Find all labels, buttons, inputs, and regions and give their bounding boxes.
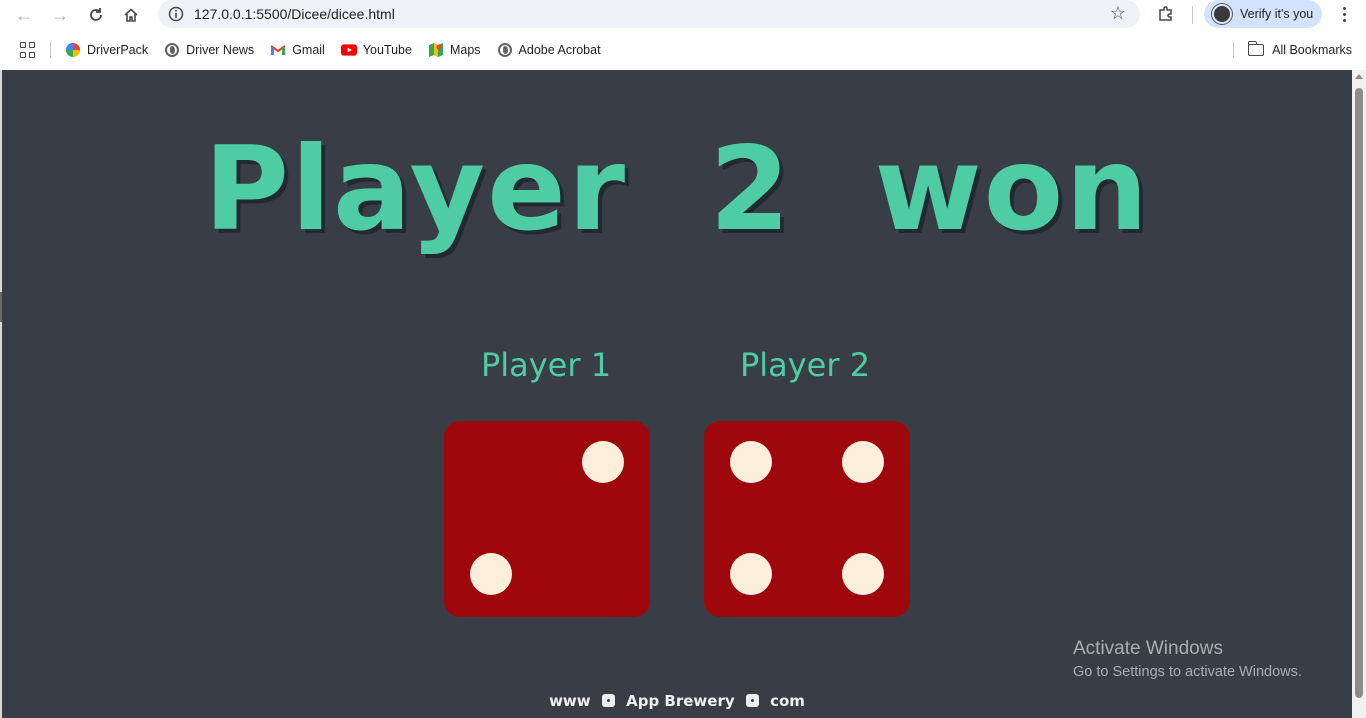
windows-activation-watermark: Activate Windows Go to Settings to activ… [1073, 638, 1302, 680]
extensions-button[interactable] [1152, 2, 1180, 26]
die-pip [470, 553, 512, 595]
bookmark-label: YouTube [362, 43, 412, 57]
scroll-up-icon[interactable] [1355, 74, 1363, 79]
reload-button[interactable] [78, 2, 114, 28]
player-2-label: Player 2 [739, 346, 871, 384]
footer-com: com [770, 692, 805, 710]
watermark-title: Activate Windows [1073, 638, 1223, 659]
menu-dot [1342, 18, 1346, 22]
bookmarks-bar: DriverPack Driver News Gmail YouTube Map… [0, 34, 1366, 66]
bookmarks-divider [1233, 42, 1235, 58]
toolbar-divider [1192, 6, 1193, 24]
home-button[interactable] [113, 2, 149, 28]
scrollbar-thumb[interactable] [1355, 88, 1363, 698]
all-bookmarks-label: All Bookmarks [1272, 43, 1352, 57]
menu-dot [1342, 6, 1346, 10]
back-button[interactable]: ← [6, 2, 42, 28]
puzzle-icon [1159, 6, 1172, 21]
gmail-icon [270, 42, 286, 58]
forward-button[interactable]: → [42, 2, 78, 28]
bookmark-star-icon[interactable]: ☆ [1110, 3, 1126, 24]
maps-icon [428, 42, 444, 58]
back-arrow-icon: ← [15, 4, 33, 25]
bookmark-gmail[interactable]: Gmail [270, 42, 325, 58]
bookmark-label: Maps [449, 43, 481, 57]
footer-www: www [549, 692, 591, 710]
bookmark-label: DriverPack [87, 43, 149, 57]
all-bookmarks[interactable]: All Bookmarks [1233, 34, 1352, 66]
bookmark-youtube[interactable]: YouTube [340, 42, 412, 58]
address-bar[interactable]: 127.0.0.1:5500/Dicee/dicee.html ☆ [158, 0, 1140, 28]
profile-label: Verify it's you [1240, 7, 1314, 21]
driverpack-icon [65, 42, 81, 58]
page-scrollbar[interactable] [1352, 70, 1366, 718]
bookmark-driverpack[interactable]: DriverPack [65, 42, 148, 58]
apps-grid-icon[interactable] [20, 42, 36, 58]
die-pip [842, 441, 884, 483]
bookmark-label: Adobe Acrobat [518, 43, 601, 57]
bookmark-driver-news[interactable]: Driver News [164, 42, 254, 58]
bookmark-maps[interactable]: Maps [428, 42, 481, 58]
forward-arrow-icon: → [51, 4, 69, 25]
site-info-icon[interactable] [158, 6, 194, 22]
dice-icon [601, 694, 615, 707]
die-pip [842, 553, 884, 595]
profile-button[interactable]: Verify it's you [1204, 0, 1322, 28]
avatar [1212, 4, 1232, 24]
die-pip [582, 441, 624, 483]
youtube-icon [340, 42, 357, 58]
bookmarks-divider [50, 42, 51, 58]
page-title: Player 2 won [204, 122, 1150, 257]
menu-dot [1342, 12, 1346, 16]
bookmark-label: Driver News [186, 43, 255, 57]
bookmark-adobe-acrobat[interactable]: Adobe Acrobat [497, 42, 601, 58]
browser-toolbar: ← → 127.0.0.1:5500/Dicee/dicee.html ☆ Ve… [0, 0, 1366, 30]
player-2-die [704, 421, 910, 617]
reload-icon [90, 8, 102, 21]
browser-menu-button[interactable] [1334, 2, 1354, 26]
folder-icon [1247, 41, 1265, 56]
bookmark-label: Gmail [292, 43, 325, 57]
globe-icon [165, 43, 180, 57]
dice-icon [745, 694, 759, 707]
url-text[interactable]: 127.0.0.1:5500/Dicee/dicee.html [194, 6, 395, 22]
die-pip [730, 553, 772, 595]
page-viewport: Player 2 won Player 1 Player 2 Activate … [2, 70, 1352, 718]
watermark-subtitle: Go to Settings to activate Windows. [1073, 664, 1302, 680]
footer: www App Brewery com [2, 692, 1352, 710]
home-icon [124, 8, 138, 22]
die-pip [730, 441, 772, 483]
globe-icon [497, 43, 512, 57]
footer-brand: App Brewery [626, 692, 735, 710]
player-1-label: Player 1 [480, 346, 612, 384]
player-1-die [444, 421, 650, 617]
